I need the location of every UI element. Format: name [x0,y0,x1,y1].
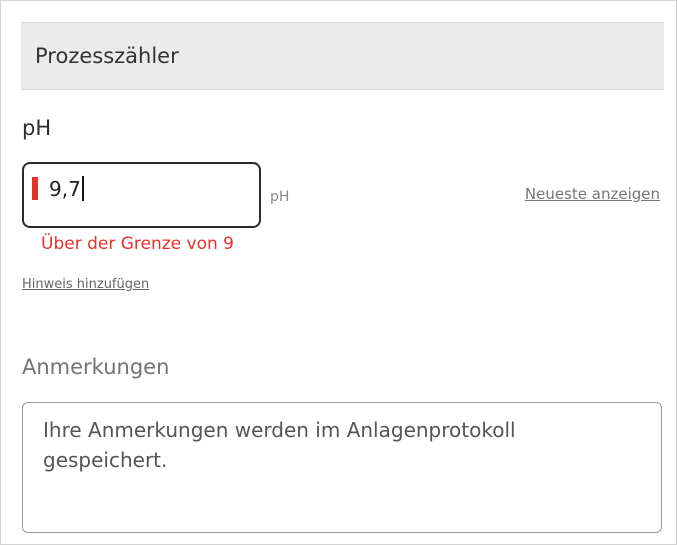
show-latest-link[interactable]: Neueste anzeigen [525,185,660,203]
remarks-label: Anmerkungen [22,355,170,379]
process-counter-panel: Prozesszähler pH pH Neueste anzeigen Übe… [0,0,677,545]
section-header: Prozesszähler [21,22,664,90]
limit-error-message: Über der Grenze von 9 [41,234,234,254]
add-note-link[interactable]: Hinweis hinzufügen [22,273,152,296]
ph-value-field[interactable] [22,162,261,228]
ph-value-input[interactable] [49,172,239,206]
section-title: Prozesszähler [35,44,179,68]
text-caret [81,176,84,201]
remarks-textarea[interactable] [22,402,662,533]
ph-field-label: pH [22,116,52,140]
error-marker [32,177,38,200]
unit-label: pH [270,189,290,205]
